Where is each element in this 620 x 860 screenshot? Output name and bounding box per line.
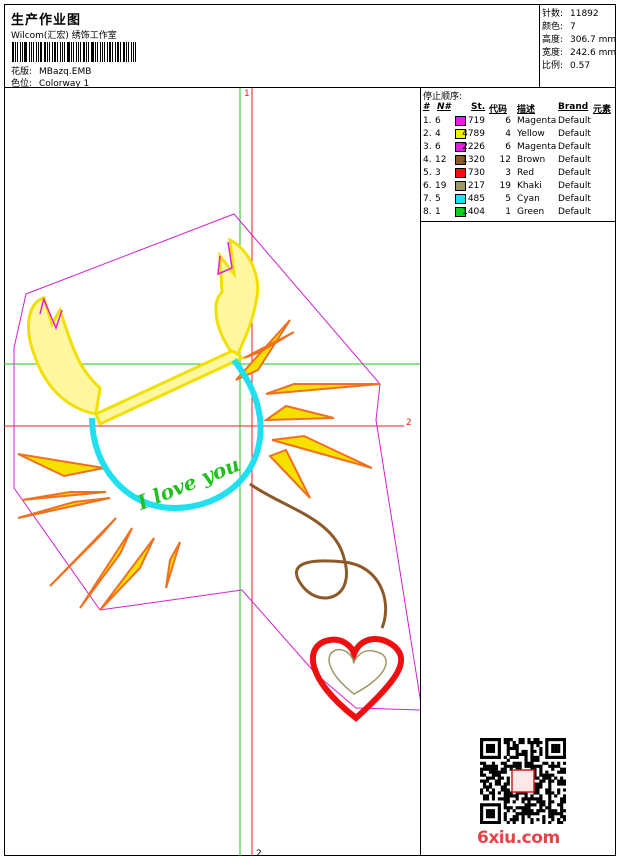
table-row: 4. 12 1320 12 Brown Default — [421, 155, 617, 168]
col-header-stitches: St. — [471, 102, 486, 112]
row-code: 19 — [499, 181, 511, 191]
row-brand: Default — [558, 207, 591, 217]
row-code: 6 — [505, 142, 511, 152]
row-needle: 12 — [435, 155, 447, 165]
row-order: 1. — [423, 116, 432, 126]
row-description: Magenta — [517, 116, 557, 126]
row-brand: Default — [558, 181, 591, 191]
barcode — [12, 42, 138, 62]
row-order: 8. — [423, 207, 432, 217]
qr-code — [480, 738, 566, 824]
page-title: 生产作业图 — [11, 13, 82, 28]
row-order: 4. — [423, 155, 432, 165]
row-stitches: 217 — [467, 181, 485, 191]
axis-label-top: 1 — [244, 89, 250, 99]
table-row: 8. 1 1404 1 Green Default — [421, 207, 617, 220]
stop-sequence-table: 停止顺序: # N# St. 代码 描述 Brand 元素 1. 6 719 6 Mag… — [420, 88, 616, 222]
col-header-element: 元素 — [593, 105, 612, 115]
row-needle: 19 — [435, 181, 447, 191]
header-info-panel: 生产作业图 Wilcom(汇宏) 绣饰工作室 花版: MBazq.EMB 色位: C… — [4, 4, 540, 89]
row-order: 7. — [423, 194, 432, 204]
stat-height-value: 306.7 mm — [570, 35, 617, 45]
table-row: 1. 6 719 6 Magenta Default — [421, 116, 617, 129]
row-order: 3. — [423, 142, 432, 152]
row-order: 2. — [423, 129, 432, 139]
red-heart — [309, 636, 405, 722]
brown-squiggle — [249, 482, 388, 629]
axis-label-right: 2 — [406, 418, 412, 428]
row-brand: Default — [558, 168, 591, 178]
row-brand: Default — [558, 142, 591, 152]
row-brand: Default — [558, 194, 591, 204]
row-stitches: 719 — [467, 116, 485, 126]
table-row: 2. 4 4789 4 Yellow Default — [421, 129, 617, 142]
col-header-code: 代码 — [489, 105, 508, 115]
khaki-heart-inner — [328, 648, 387, 695]
stat-width-value: 242.6 mm — [570, 48, 617, 58]
stat-colors: 颜色: 7 — [542, 19, 576, 32]
stat-height: 高度: 306.7 mm — [542, 32, 616, 45]
row-stitches: 2226 — [462, 142, 485, 152]
row-code: 6 — [505, 116, 511, 126]
row-description: Cyan — [517, 194, 540, 204]
row-stitches: 4789 — [462, 129, 485, 139]
row-needle: 1 — [435, 207, 441, 217]
col-header-order: # — [423, 102, 430, 112]
row-code: 1 — [505, 207, 511, 217]
row-order: 5. — [423, 168, 432, 178]
stop-sequence-title: 停止顺序: — [423, 92, 463, 102]
axis-label-bottom: 2 — [256, 849, 262, 856]
table-row: 7. 5 485 5 Cyan Default — [421, 194, 617, 207]
studio-name: Wilcom(汇宏) 绣饰工作室 — [11, 31, 117, 41]
row-stitches: 485 — [467, 194, 485, 204]
design-canvas: 1 2 2 I love you — [4, 88, 420, 856]
row-description: Magenta — [517, 142, 557, 152]
row-stitches: 1404 — [462, 207, 485, 217]
row-needle: 4 — [435, 129, 441, 139]
stat-height-label: 高度: — [542, 35, 564, 45]
claw-magenta-edges — [39, 241, 233, 331]
table-row: 6. 19 217 19 Khaki Default — [421, 181, 617, 194]
row-needle: 6 — [435, 142, 441, 152]
side-divider — [420, 222, 421, 856]
stat-stitches-label: 针数: — [542, 9, 564, 19]
row-brand: Default — [558, 129, 591, 139]
row-order: 6. — [423, 181, 432, 191]
row-code: 3 — [505, 168, 511, 178]
row-code: 4 — [505, 129, 511, 139]
row-code: 5 — [505, 194, 511, 204]
stat-width-label: 宽度: — [542, 48, 564, 58]
scorpion-body — [27, 237, 259, 427]
stat-colors-label: 颜色: — [542, 22, 564, 32]
stat-colors-value: 7 — [570, 22, 576, 32]
row-description: Yellow — [517, 129, 545, 139]
row-description: Red — [517, 168, 535, 178]
row-code: 12 — [499, 155, 511, 165]
table-row: 3. 6 2226 6 Magenta Default — [421, 142, 617, 155]
row-needle: 3 — [435, 168, 441, 178]
row-description: Green — [517, 207, 545, 217]
row-needle: 6 — [435, 116, 441, 126]
stat-width: 宽度: 242.6 mm — [542, 45, 616, 58]
col-header-description: 描述 — [517, 105, 536, 115]
table-row: 5. 3 730 3 Red Default — [421, 168, 617, 181]
col-header-needle: N# — [437, 102, 451, 112]
row-needle: 5 — [435, 194, 441, 204]
stat-scale: 比例: 0.57 — [542, 58, 590, 71]
row-stitches: 730 — [467, 168, 485, 178]
stat-scale-label: 比例: — [542, 61, 564, 71]
row-description: Khaki — [517, 181, 542, 191]
stat-scale-value: 0.57 — [570, 61, 591, 71]
stat-stitches: 针数: 11892 — [542, 6, 599, 19]
row-brand: Default — [558, 155, 591, 165]
col-header-brand: Brand — [558, 102, 589, 112]
row-brand: Default — [558, 116, 591, 126]
row-description: Brown — [517, 155, 546, 165]
watermark-logo: 6xiu.com — [477, 828, 560, 848]
stat-stitches-value: 11892 — [570, 9, 599, 19]
row-stitches: 1320 — [462, 155, 485, 165]
